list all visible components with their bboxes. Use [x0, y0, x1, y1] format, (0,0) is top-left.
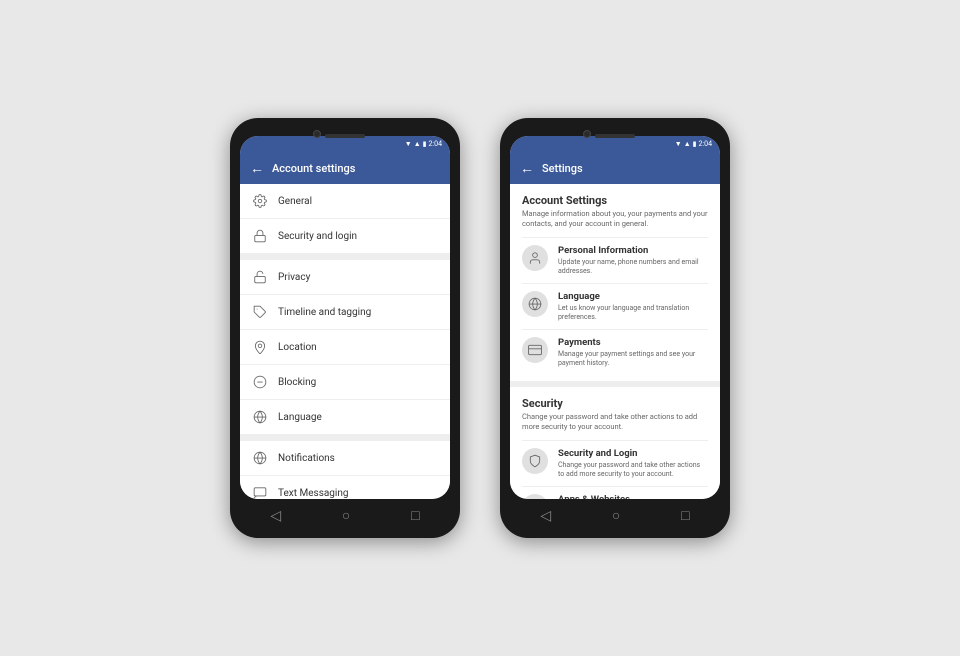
phone-camera-left: [313, 130, 321, 138]
menu-item-privacy[interactable]: Privacy: [240, 260, 450, 295]
account-settings-section: Account Settings Manage information abou…: [510, 184, 720, 381]
security-login-text: Security and Login Change your password …: [558, 448, 708, 479]
security-title: Security: [522, 397, 708, 410]
payments-icon: [522, 337, 548, 363]
account-settings-desc: Manage information about you, your payme…: [522, 209, 708, 229]
security-login-title: Security and Login: [558, 448, 708, 459]
payments-desc: Manage your payment settings and see you…: [558, 350, 708, 368]
settings-item-language[interactable]: Language Let us know your language and t…: [522, 283, 708, 329]
location-icon: [252, 339, 268, 355]
language-title: Language: [558, 291, 708, 302]
back-nav-left[interactable]: ◁: [270, 508, 281, 524]
time-right: 2:04: [699, 140, 713, 148]
phone-right: ▼ ▲ ▮ 2:04 ← Settings Account Settings M…: [500, 118, 730, 538]
language-globe-icon: [522, 291, 548, 317]
status-bar-left: ▼ ▲ ▮ 2:04: [240, 136, 450, 152]
menu-label-location: Location: [278, 342, 317, 353]
header-bar-right: ← Settings: [510, 152, 720, 184]
back-nav-right[interactable]: ◁: [540, 508, 551, 524]
menu-label-general: General: [278, 196, 312, 207]
menu-item-general[interactable]: General: [240, 184, 450, 219]
payments-text: Payments Manage your payment settings an…: [558, 337, 708, 368]
home-nav-right[interactable]: ○: [612, 507, 620, 524]
notifications-icon: [252, 450, 268, 466]
menu-list-left: General Security and login Privacy: [240, 184, 450, 499]
security-login-desc: Change your password and take other acti…: [558, 461, 708, 479]
battery-icon-right: ▮: [693, 140, 697, 148]
phone-camera-right: [583, 130, 591, 138]
wifi-icon-right: ▼: [675, 140, 682, 148]
signal-icon-right: ▲: [684, 140, 691, 148]
wifi-icon: ▼: [405, 140, 412, 148]
header-title-right: Settings: [542, 162, 583, 175]
settings-content-right: Account Settings Manage information abou…: [510, 184, 720, 499]
phone-left: ▼ ▲ ▮ 2:04 ← Account settings General: [230, 118, 460, 538]
account-settings-title: Account Settings: [522, 194, 708, 207]
person-icon: [522, 245, 548, 271]
language-text: Language Let us know your language and t…: [558, 291, 708, 322]
back-button-left[interactable]: ←: [250, 160, 264, 177]
tag-icon: [252, 304, 268, 320]
personal-info-title: Personal Information: [558, 245, 708, 256]
menu-item-security[interactable]: Security and login: [240, 219, 450, 254]
phone-screen-left: ▼ ▲ ▮ 2:04 ← Account settings General: [240, 136, 450, 499]
menu-item-timeline[interactable]: Timeline and tagging: [240, 295, 450, 330]
status-bar-right: ▼ ▲ ▮ 2:04: [510, 136, 720, 152]
gear-icon: [252, 193, 268, 209]
phone-nav-left: ◁ ○ □: [240, 499, 450, 528]
menu-item-language[interactable]: Language: [240, 400, 450, 435]
phones-container: ▼ ▲ ▮ 2:04 ← Account settings General: [230, 118, 730, 538]
square-nav-left[interactable]: □: [411, 507, 419, 524]
personal-info-desc: Update your name, phone numbers and emai…: [558, 258, 708, 276]
shield-icon: [522, 448, 548, 474]
header-bar-left: ← Account settings: [240, 152, 450, 184]
home-nav-left[interactable]: ○: [342, 507, 350, 524]
personal-info-text: Personal Information Update your name, p…: [558, 245, 708, 276]
language-desc: Let us know your language and translatio…: [558, 304, 708, 322]
settings-item-payments[interactable]: Payments Manage your payment settings an…: [522, 329, 708, 375]
menu-label-timeline: Timeline and tagging: [278, 307, 371, 318]
battery-icon: ▮: [423, 140, 427, 148]
settings-item-personal-info[interactable]: Personal Information Update your name, p…: [522, 237, 708, 283]
menu-label-language: Language: [278, 412, 322, 423]
security-section: Security Change your password and take o…: [510, 387, 720, 499]
privacy-icon: [252, 269, 268, 285]
settings-item-security-login[interactable]: Security and Login Change your password …: [522, 440, 708, 486]
time-left: 2:04: [429, 140, 443, 148]
menu-item-location[interactable]: Location: [240, 330, 450, 365]
phone-screen-right: ▼ ▲ ▮ 2:04 ← Settings Account Settings M…: [510, 136, 720, 499]
minus-circle-icon: [252, 374, 268, 390]
menu-label-privacy: Privacy: [278, 272, 310, 283]
status-icons-right: ▼ ▲ ▮ 2:04: [675, 140, 712, 148]
message-icon: [252, 485, 268, 499]
menu-item-notifications[interactable]: Notifications: [240, 441, 450, 476]
globe-icon: [252, 409, 268, 425]
signal-icon: ▲: [414, 140, 421, 148]
menu-label-security: Security and login: [278, 231, 357, 242]
phone-nav-right: ◁ ○ □: [510, 499, 720, 528]
menu-item-text-messaging[interactable]: Text Messaging: [240, 476, 450, 499]
menu-item-blocking[interactable]: Blocking: [240, 365, 450, 400]
menu-label-notifications: Notifications: [278, 453, 335, 464]
settings-item-apps-websites[interactable]: Apps & Websites: [522, 486, 708, 499]
security-desc: Change your password and take other acti…: [522, 412, 708, 432]
back-button-right[interactable]: ←: [520, 160, 534, 177]
menu-label-blocking: Blocking: [278, 377, 316, 388]
square-nav-right[interactable]: □: [681, 507, 689, 524]
status-icons-left: ▼ ▲ ▮ 2:04: [405, 140, 442, 148]
header-title-left: Account settings: [272, 162, 355, 175]
lock-icon: [252, 228, 268, 244]
payments-title: Payments: [558, 337, 708, 348]
menu-label-text-messaging: Text Messaging: [278, 488, 348, 499]
